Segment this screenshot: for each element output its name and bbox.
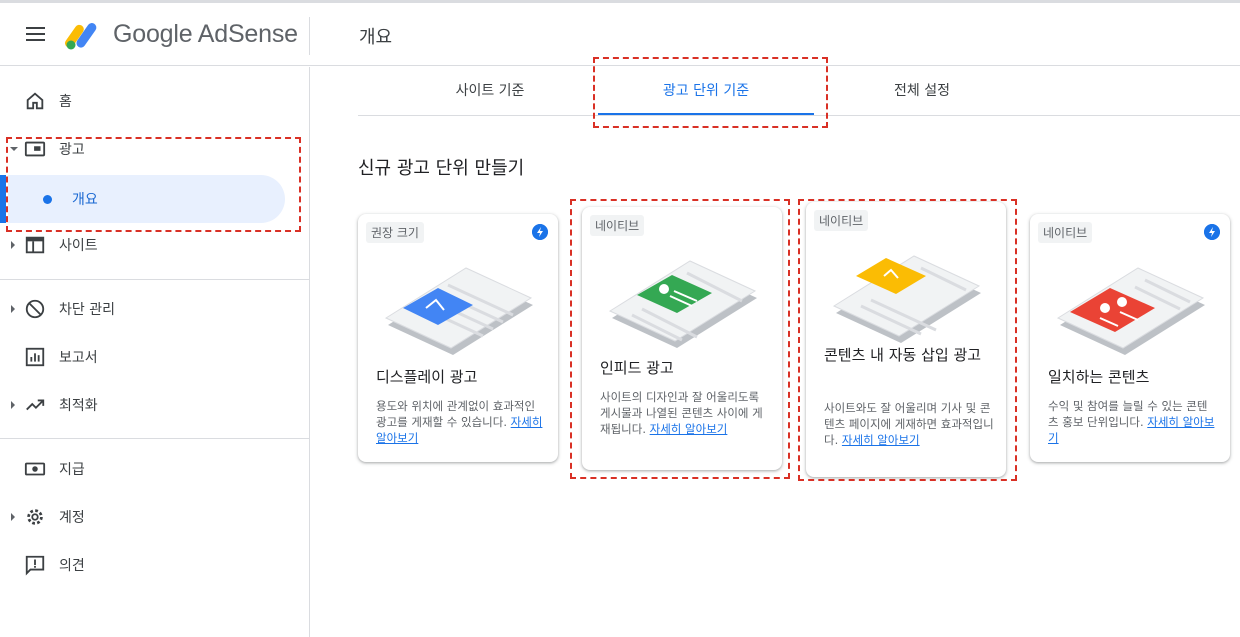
ads-icon bbox=[24, 141, 46, 157]
phone-illustration-icon bbox=[832, 255, 981, 343]
sidebar-item-reports[interactable]: 보고서 bbox=[0, 335, 300, 379]
learn-more-link[interactable]: 자세히 알아보기 bbox=[650, 422, 728, 436]
tab-by-ad-unit[interactable]: 광고 단위 기준 bbox=[598, 66, 814, 116]
phone-illustration-icon bbox=[608, 260, 757, 348]
sidebar-item-feedback[interactable]: 의견 bbox=[0, 543, 300, 587]
sidebar-item-overview[interactable]: 개요 bbox=[8, 175, 285, 223]
card-title: 콘텐츠 내 자동 삽입 광고 bbox=[824, 346, 982, 364]
caret-right-icon bbox=[11, 241, 15, 249]
sites-icon bbox=[25, 236, 45, 254]
card-title: 인피드 광고 bbox=[600, 359, 674, 377]
card-description: 사이트의 디자인과 잘 어울리도록 게시물과 나열된 콘텐츠 사이에 게재됩니다… bbox=[600, 389, 770, 437]
display-ad-card[interactable]: 권장 크기 디스플레이 광고 용도와 위치에 관계없이 효과적인 광고를 게재할… bbox=[358, 214, 558, 462]
card-badge: 네이티브 bbox=[814, 210, 869, 231]
card-title: 일치하는 콘텐츠 bbox=[1048, 368, 1150, 386]
caret-right-icon bbox=[11, 513, 15, 521]
sidebar-item-label: 최적화 bbox=[59, 398, 98, 414]
sidebar-item-label: 개요 bbox=[72, 192, 98, 208]
sidebar-item-label: 차단 관리 bbox=[59, 302, 115, 318]
matched-content-card[interactable]: 네이티브 일치하는 콘텐츠 수익 및 참여를 늘릴 수 있는 콘텐츠 홍보 단위… bbox=[1030, 214, 1230, 462]
active-tab-indicator bbox=[598, 113, 814, 115]
in-article-ad-card[interactable]: 네이티브 콘텐츠 내 자동 삽입 광고 사이트와도 잘 어울리며 기사 및 콘텐… bbox=[806, 202, 1006, 477]
adsense-logo-icon bbox=[65, 23, 97, 50]
tab-bar: 사이트 기준 광고 단위 기준 전체 설정 bbox=[358, 66, 1240, 116]
feedback-icon bbox=[25, 555, 45, 576]
sidebar-item-optimize[interactable]: 최적화 bbox=[0, 383, 300, 427]
caret-right-icon bbox=[11, 305, 15, 313]
card-description: 용도와 위치에 관계없이 효과적인 광고를 게재할 수 있습니다. 자세히 알아… bbox=[376, 398, 546, 446]
section-title: 신규 광고 단위 만들기 bbox=[358, 158, 525, 179]
reports-icon bbox=[25, 347, 45, 367]
in-feed-ad-card[interactable]: 네이티브 인피드 광고 사이트의 디자인과 잘 어울리도록 게시물과 나열된 콘… bbox=[582, 207, 782, 470]
bolt-icon bbox=[1204, 224, 1220, 240]
phone-illustration-icon bbox=[384, 267, 533, 355]
adsense-app: Google AdSense 개요 홈 광고 개요 사이트 차단 관리 보고서 … bbox=[0, 0, 1240, 637]
app-header: Google AdSense 개요 bbox=[0, 3, 1240, 66]
active-indicator bbox=[0, 175, 6, 223]
card-description: 사이트와도 잘 어울리며 기사 및 콘텐츠 페이지에 게재하면 효과적입니다. … bbox=[824, 400, 994, 448]
card-badge: 권장 크기 bbox=[366, 222, 424, 243]
sidebar-item-sites[interactable]: 사이트 bbox=[0, 223, 300, 267]
block-icon bbox=[25, 299, 45, 319]
page-title: 개요 bbox=[359, 27, 393, 48]
gear-icon bbox=[27, 509, 43, 525]
sidebar-item-label: 의견 bbox=[59, 558, 85, 574]
payments-icon bbox=[24, 462, 46, 476]
sidebar: 홈 광고 개요 사이트 차단 관리 보고서 최적화 지급 계정 의견 bbox=[0, 67, 310, 637]
tab-by-site[interactable]: 사이트 기준 bbox=[398, 66, 582, 116]
sidebar-item-account[interactable]: 계정 bbox=[0, 495, 300, 539]
sidebar-item-label: 사이트 bbox=[59, 238, 98, 254]
caret-down-icon bbox=[10, 147, 18, 151]
optimize-icon bbox=[26, 399, 45, 411]
sidebar-item-label: 지급 bbox=[59, 462, 85, 478]
caret-right-icon bbox=[11, 401, 15, 409]
card-badge: 네이티브 bbox=[590, 215, 645, 236]
menu-icon[interactable] bbox=[26, 27, 46, 43]
active-dot-icon bbox=[43, 195, 52, 204]
card-title: 디스플레이 광고 bbox=[376, 368, 478, 386]
sidebar-item-label: 계정 bbox=[59, 510, 85, 526]
bolt-icon bbox=[532, 224, 548, 240]
sidebar-item-label: 보고서 bbox=[59, 350, 98, 366]
phone-illustration-icon bbox=[1056, 267, 1205, 355]
tabs-divider bbox=[358, 115, 1240, 116]
sidebar-item-home[interactable]: 홈 bbox=[0, 79, 300, 123]
card-description: 수익 및 참여를 늘릴 수 있는 콘텐츠 홍보 단위입니다. 자세히 알아보기 bbox=[1048, 398, 1218, 446]
sidebar-item-ads[interactable]: 광고 bbox=[0, 127, 300, 171]
sidebar-divider bbox=[0, 438, 310, 439]
home-icon bbox=[26, 92, 44, 110]
learn-more-link[interactable]: 자세히 알아보기 bbox=[842, 433, 920, 447]
sidebar-item-label: 홈 bbox=[59, 94, 72, 110]
brand-name: Google AdSense bbox=[113, 20, 298, 48]
header-divider bbox=[309, 17, 310, 55]
tab-global-settings[interactable]: 전체 설정 bbox=[828, 66, 1016, 116]
sidebar-item-blocking[interactable]: 차단 관리 bbox=[0, 287, 300, 331]
sidebar-item-label: 광고 bbox=[59, 142, 85, 158]
sidebar-item-payments[interactable]: 지급 bbox=[0, 447, 300, 491]
sidebar-divider bbox=[0, 279, 310, 280]
card-badge: 네이티브 bbox=[1038, 222, 1093, 243]
